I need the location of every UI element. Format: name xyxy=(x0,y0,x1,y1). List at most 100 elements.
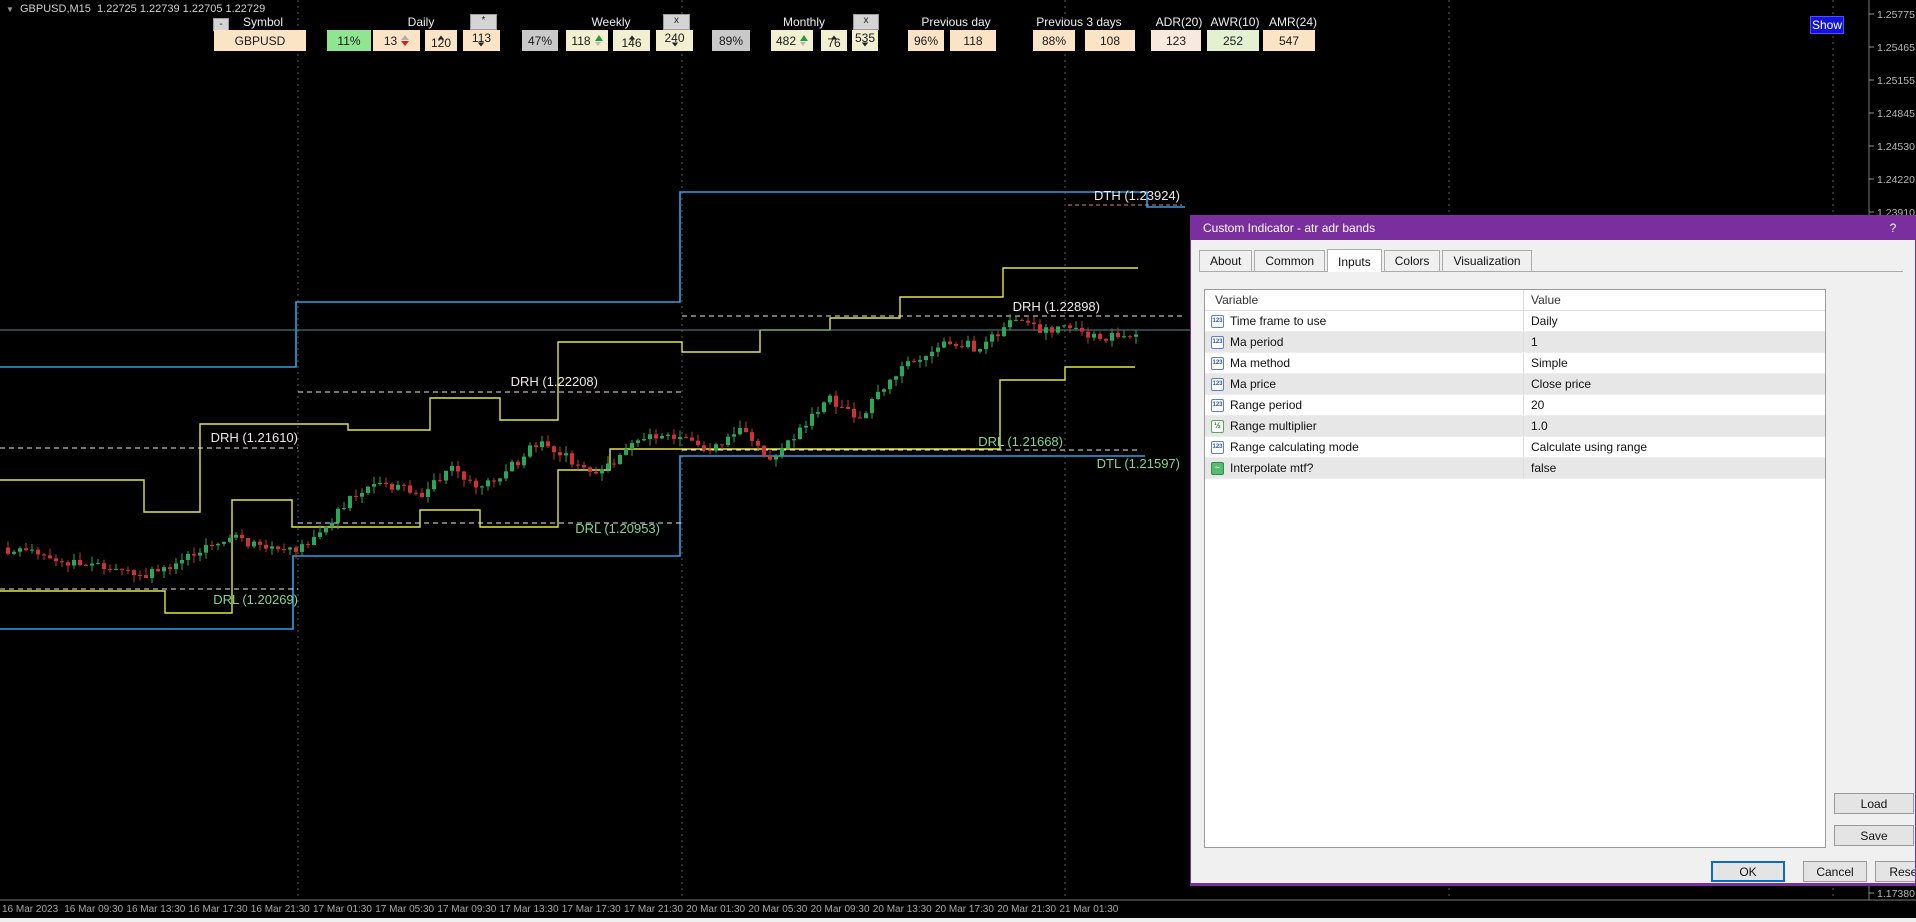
panel-cell-weekly-3[interactable]: 240 xyxy=(656,30,693,51)
candle-body xyxy=(522,456,526,466)
candle-body xyxy=(498,478,502,482)
candle-body xyxy=(558,452,562,456)
panel-cell-awr-0[interactable]: 252 xyxy=(1207,30,1259,51)
load-button[interactable]: Load xyxy=(1834,793,1914,814)
collapse-triangle-icon[interactable]: ▼ xyxy=(6,5,14,14)
candle-body xyxy=(654,434,658,439)
param-row[interactable]: 123 Range period 20 xyxy=(1205,395,1825,416)
panel-cell-daily-1[interactable]: 13 xyxy=(373,30,420,51)
param-value[interactable]: false xyxy=(1524,458,1825,478)
candle-body xyxy=(630,442,634,449)
time-axis-label: 17 Mar 17:30 xyxy=(562,904,621,915)
quote-ohlc: 1.22725 1.22739 1.22705 1.22729 xyxy=(97,3,266,15)
ok-button[interactable]: OK xyxy=(1711,861,1785,882)
candle-body xyxy=(366,486,370,493)
panel-cell-weekly-1[interactable]: 118 xyxy=(566,30,608,51)
candle-body xyxy=(948,341,952,345)
panel-button-daily[interactable]: * xyxy=(470,14,497,30)
candle-body xyxy=(528,445,532,457)
candle-body xyxy=(252,541,256,547)
candle-body xyxy=(1002,327,1006,337)
candle-body xyxy=(24,548,28,551)
param-name: ½ Range multiplier xyxy=(1205,416,1524,436)
show-button[interactable]: Show xyxy=(1810,16,1844,34)
candle-body xyxy=(174,563,178,570)
time-axis-label: 16 Mar 09:30 xyxy=(64,904,123,915)
band-label: DRL (1.21668) xyxy=(978,434,1063,449)
panel-cell-daily-3[interactable]: 113 xyxy=(463,30,500,51)
tab-common[interactable]: Common xyxy=(1254,250,1326,271)
param-row[interactable]: ~ Interpolate mtf? false xyxy=(1205,458,1825,479)
save-button[interactable]: Save xyxy=(1834,825,1914,846)
help-icon[interactable]: ? xyxy=(1885,220,1901,236)
param-value[interactable]: 20 xyxy=(1524,395,1825,415)
param-value[interactable]: Simple xyxy=(1524,353,1825,373)
panel-cell-monthly-1[interactable]: 482 xyxy=(771,30,813,51)
param-row[interactable]: 123 Ma price Close price xyxy=(1205,374,1825,395)
column-header-variable[interactable]: Variable xyxy=(1205,290,1524,310)
panel-cell-prev3-0[interactable]: 88% xyxy=(1033,30,1075,51)
candle-body xyxy=(798,427,802,440)
panel-cell-daily-2[interactable]: 120 xyxy=(425,30,457,51)
panel-cell-symbol-0[interactable]: GBPUSD xyxy=(214,30,306,51)
price-axis-label: 1.25775 xyxy=(1877,9,1915,21)
panel-cell-weekly-2[interactable]: 146 xyxy=(613,30,650,51)
time-axis-label: 16 Mar 17:30 xyxy=(189,904,248,915)
candle-body xyxy=(354,495,358,497)
cancel-button[interactable]: Cancel xyxy=(1803,861,1867,882)
band-label: DRL (1.20269) xyxy=(213,592,298,607)
tab-visualization[interactable]: Visualization xyxy=(1442,250,1532,271)
time-axis-label: 16 Mar 2023 xyxy=(2,904,59,915)
candle-body xyxy=(1014,319,1018,321)
candle-body xyxy=(186,553,190,560)
price-axis-label: 1.24530 xyxy=(1877,141,1915,153)
reset-button[interactable]: Reset xyxy=(1875,861,1915,882)
candle-body xyxy=(6,547,10,554)
time-axis-label: 17 Mar 21:30 xyxy=(624,904,683,915)
candle-body xyxy=(324,526,328,533)
panel-cell-monthly-2[interactable]: 76 xyxy=(821,30,847,51)
candle-body xyxy=(870,398,874,414)
param-type-bool-icon: ~ xyxy=(1211,461,1224,475)
panel-cell-weekly-0[interactable]: 47% xyxy=(522,30,558,51)
candle-body xyxy=(462,471,466,480)
tab-inputs[interactable]: Inputs xyxy=(1327,249,1382,272)
candle-body xyxy=(234,534,238,538)
panel-cell-daily-0[interactable]: 11% xyxy=(327,30,371,51)
param-value[interactable]: Daily xyxy=(1524,311,1825,331)
param-row[interactable]: 123 Ma period 1 xyxy=(1205,332,1825,353)
param-row[interactable]: ½ Range multiplier 1.0 xyxy=(1205,416,1825,437)
tab-about[interactable]: About xyxy=(1199,250,1253,271)
panel-cell-monthly-3[interactable]: 535 xyxy=(852,30,878,51)
param-value[interactable]: 1.0 xyxy=(1524,416,1825,436)
param-value[interactable]: Close price xyxy=(1524,374,1825,394)
candle-body xyxy=(450,465,454,471)
panel-cell-prevday-1[interactable]: 118 xyxy=(950,30,996,51)
tab-colors[interactable]: Colors xyxy=(1383,250,1441,271)
inputs-table[interactable]: Variable Value 123 Time frame to use Daily 1… xyxy=(1204,289,1826,848)
param-row[interactable]: 123 Range calculating mode Calculate using… xyxy=(1205,437,1825,458)
panel-cell-prev3-1[interactable]: 108 xyxy=(1085,30,1135,51)
panel-cell-amr-0[interactable]: 547 xyxy=(1263,30,1315,51)
candle-body xyxy=(1050,327,1054,333)
column-header-value[interactable]: Value xyxy=(1524,290,1825,310)
panel-header-weekly: Weekly xyxy=(591,15,631,29)
candle-body xyxy=(552,446,556,453)
panel-cell-prevday-0[interactable]: 96% xyxy=(908,30,944,51)
candle-body xyxy=(468,479,472,481)
candle-body xyxy=(990,334,994,342)
candle-body xyxy=(414,492,418,494)
candle-body xyxy=(240,534,244,539)
param-row[interactable]: 123 Time frame to use Daily xyxy=(1205,311,1825,332)
panel-cell-adr-0[interactable]: 123 xyxy=(1151,30,1201,51)
candle-body xyxy=(864,413,868,419)
candle-body xyxy=(846,406,850,409)
panel-cell-monthly-0[interactable]: 89% xyxy=(712,30,750,51)
param-value[interactable]: Calculate using range xyxy=(1524,437,1825,457)
candle-body xyxy=(516,461,520,466)
param-row[interactable]: 123 Ma method Simple xyxy=(1205,353,1825,374)
panel-button-weekly[interactable]: x xyxy=(663,14,690,30)
panel-button-monthly[interactable]: x xyxy=(853,14,879,30)
table-header-row: Variable Value xyxy=(1205,290,1825,311)
param-value[interactable]: 1 xyxy=(1524,332,1825,352)
